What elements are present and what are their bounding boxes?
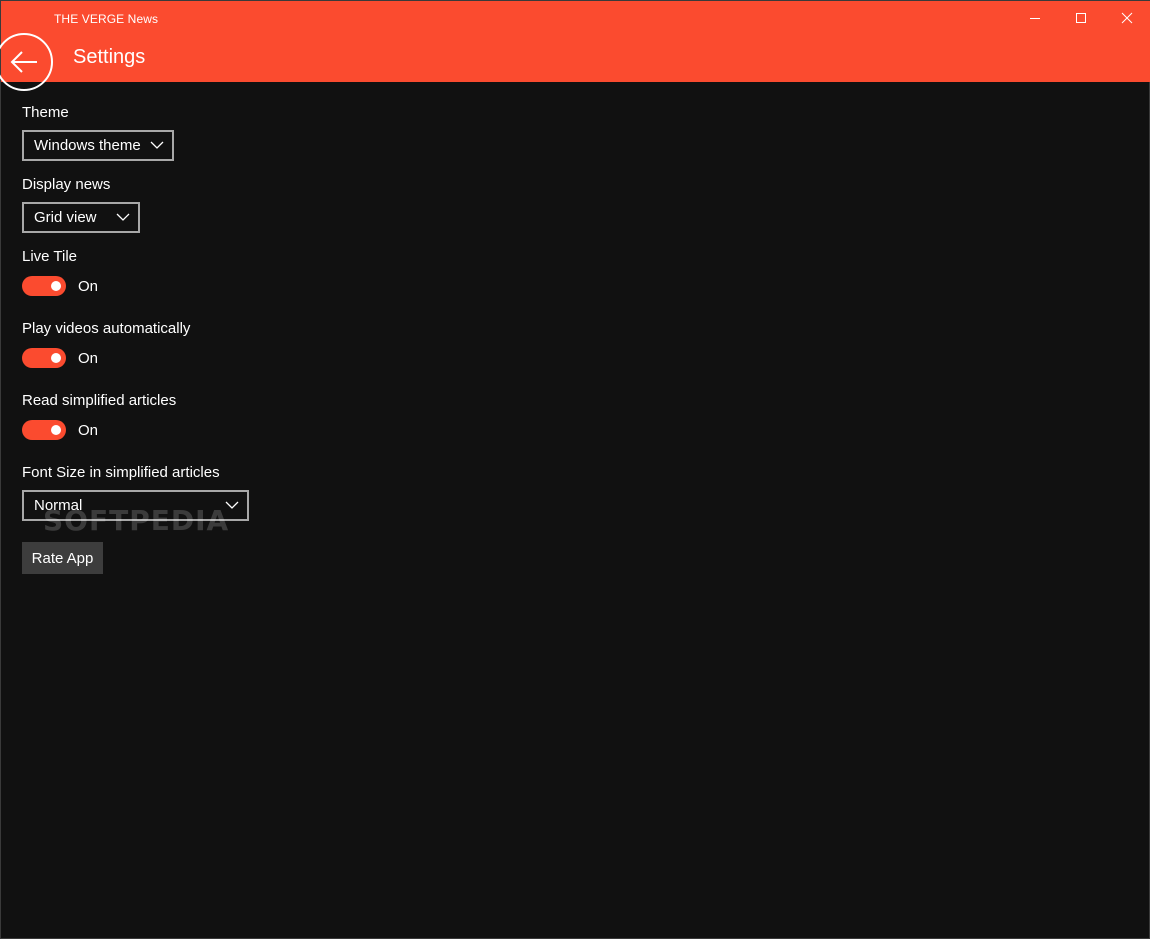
play-videos-label: Play videos automatically [22,320,191,337]
live-tile-state: On [78,277,99,295]
play-videos-toggle-row: On [22,348,98,368]
close-icon [1121,12,1133,24]
watermark: SOFTPEDIA [43,504,230,537]
theme-label: Theme [22,104,69,121]
simplified-articles-toggle[interactable] [22,420,66,440]
app-window: THE VERGE News Settings Theme Windows th… [0,0,1150,939]
toggle-knob [51,281,61,291]
chevron-down-icon [150,141,164,149]
display-news-dropdown[interactable]: Grid view [22,202,140,233]
back-button[interactable] [0,33,53,91]
display-news-label: Display news [22,176,111,193]
display-news-dropdown-value: Grid view [34,209,97,226]
minimize-button[interactable] [1012,1,1058,35]
theme-dropdown[interactable]: Windows theme [22,130,174,161]
live-tile-toggle-row: On [22,276,98,296]
live-tile-toggle[interactable] [22,276,66,296]
play-videos-state: On [78,349,99,367]
theme-dropdown-value: Windows theme [34,137,141,154]
back-arrow-icon [10,51,37,73]
simplified-articles-label: Read simplified articles [22,392,177,409]
toggle-knob [51,425,61,435]
page-title: Settings [73,46,146,68]
chevron-down-icon [116,213,130,221]
simplified-articles-state: On [78,421,99,439]
font-size-label: Font Size in simplified articles [22,464,220,481]
live-tile-label: Live Tile [22,248,78,265]
app-title: THE VERGE News [54,12,159,26]
title-bar: THE VERGE News Settings [0,1,1150,91]
play-videos-toggle[interactable] [22,348,66,368]
minimize-icon [1030,18,1040,19]
maximize-icon [1076,13,1086,23]
simplified-articles-toggle-row: On [22,420,98,440]
rate-app-button[interactable]: Rate App [22,542,103,574]
close-button[interactable] [1104,1,1150,35]
toggle-knob [51,353,61,363]
maximize-button[interactable] [1058,1,1104,35]
